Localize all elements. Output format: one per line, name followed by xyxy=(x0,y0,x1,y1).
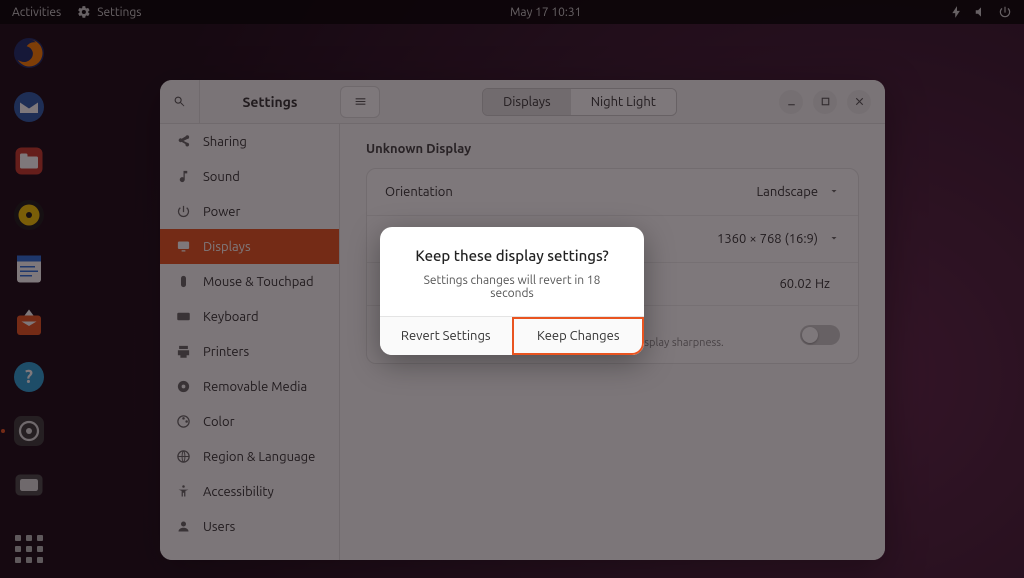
dialog-title: Keep these display settings? xyxy=(402,247,622,264)
keep-button[interactable]: Keep Changes xyxy=(512,317,645,355)
revert-button[interactable]: Revert Settings xyxy=(380,317,512,355)
confirm-dialog: Keep these display settings? Settings ch… xyxy=(380,227,644,355)
dialog-message: Settings changes will revert in 18 secon… xyxy=(402,274,622,300)
